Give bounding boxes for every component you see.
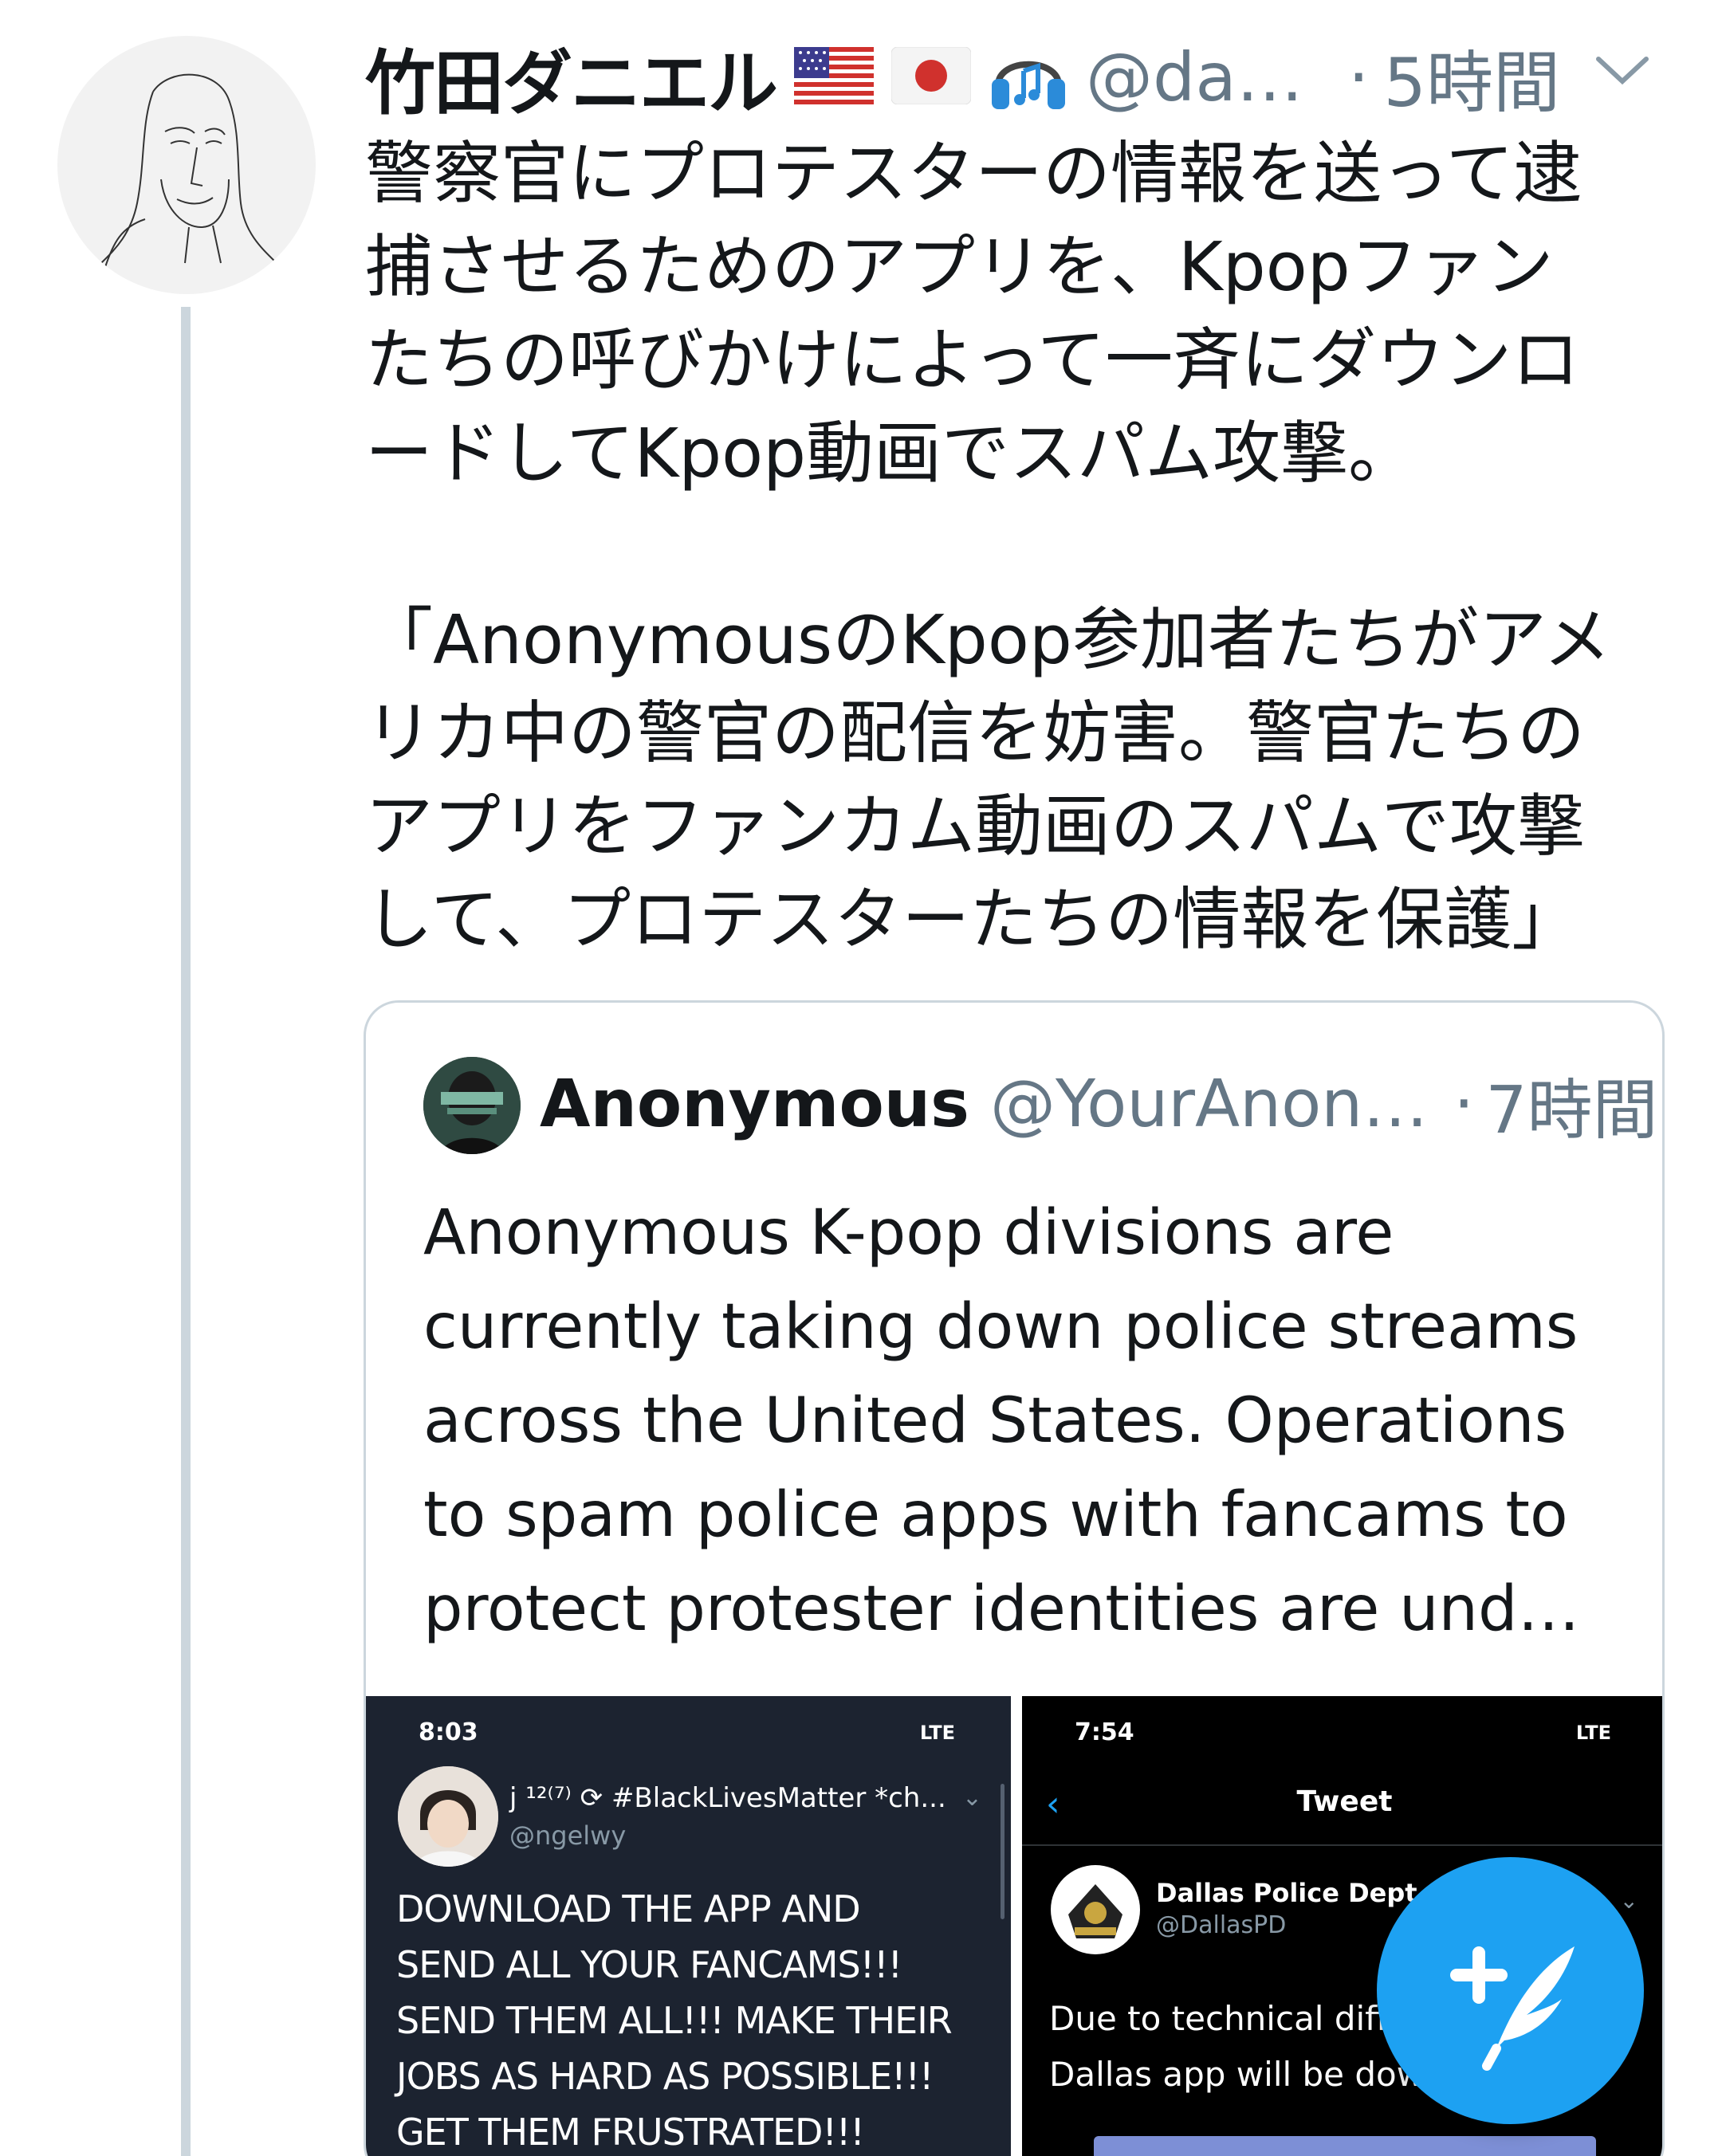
- phone-status-bar: 8:03 LTE: [366, 1718, 1011, 1758]
- chevron-down-icon[interactable]: [1590, 43, 1654, 99]
- header-separator: ·: [1347, 38, 1370, 116]
- headphones-icon: [989, 37, 1068, 117]
- screenshot-user-handle: @DallasPD: [1156, 1911, 1287, 1939]
- tweet-header: 竹田ダニエル @da… · 5時間: [365, 33, 1673, 124]
- tweet-text-line: して、プロテスターたちの情報を保護」: [365, 881, 1580, 960]
- chevron-down-icon: ⌄: [961, 1784, 982, 1812]
- quoted-text-line: protect protester identities are und…: [423, 1573, 1580, 1645]
- screenshot-text-line: SEND ALL YOUR FANCAMS!!!: [396, 1943, 902, 1986]
- embedded-card: [1094, 2136, 1596, 2156]
- status-signal: LTE: [1575, 1722, 1611, 1744]
- quoted-author-avatar: [423, 1057, 521, 1154]
- quoted-tweet-header: Anonymous @YourAnon… · 7時間: [540, 1052, 1657, 1156]
- screenshot-user-name: j ¹²⁽⁷⁾ ⟳ #BlackLivesMatter *ch...: [509, 1782, 946, 1814]
- media-image-left[interactable]: 8:03 LTE j ¹²⁽⁷⁾ ⟳ #BlackLivesMatter *ch…: [366, 1696, 1011, 2156]
- quoted-text-line: currently taking down police streams: [423, 1291, 1578, 1363]
- tweet-text-line: ードしてKpop動画でスパム攻撃。: [365, 414, 1417, 493]
- status-clock: 8:03: [419, 1718, 478, 1746]
- screenshot-text-line: JOBS AS HARD AS POSSIBLE!!!: [396, 2055, 934, 2098]
- compose-tweet-icon: [1450, 1946, 1575, 2071]
- avatar: [1051, 1865, 1140, 1954]
- author-avatar[interactable]: [57, 36, 316, 294]
- tweet-text-line: 「AnonymousのKpop参加者たちがアメ: [365, 601, 1611, 680]
- screenshot-text-line: GET THEM FRUSTRATED!!!: [396, 2111, 865, 2154]
- screenshot-user-handle: @ngelwy: [509, 1820, 627, 1851]
- screenshot-nav-title: Tweet: [1296, 1785, 1393, 1818]
- tweet-text-line: アプリをファンカム動画のスパムで攻撃: [365, 787, 1586, 866]
- tweet-text-line: 捕させるためのアプリを、Kpopファン: [365, 228, 1554, 307]
- quoted-display-name[interactable]: Anonymous: [540, 1066, 969, 1142]
- screenshot-text-line: SEND THEM ALL!!! MAKE THEIR: [396, 1999, 953, 2042]
- tweet-text-line: リカ中の警官の配信を妨害。警官たちの: [365, 694, 1586, 773]
- avatar-sketch-icon: [100, 73, 281, 268]
- screenshot-tweet-body: DOWNLOAD THE APP AND SEND ALL YOUR FANCA…: [396, 1881, 1002, 2156]
- avatar: [398, 1766, 498, 1867]
- quoted-tweet-text: Anonymous K-pop divisions are currently …: [423, 1186, 1635, 1656]
- quoted-separator: ·: [1453, 1066, 1475, 1142]
- status-signal: LTE: [919, 1722, 955, 1744]
- tweet-timestamp[interactable]: 5時間: [1384, 29, 1560, 126]
- quoted-text-line: Anonymous K-pop divisions are: [423, 1197, 1394, 1269]
- quoted-text-line: across the United States. Operations: [423, 1385, 1567, 1457]
- thread-connector-line: [181, 307, 191, 2156]
- tweet-text: 警察官にプロテスターの情報を送って逮 捕させるためのアプリを、Kpopファン た…: [365, 128, 1673, 967]
- author-handle[interactable]: @da…: [1086, 38, 1303, 116]
- screenshot-text-line: DOWNLOAD THE APP AND: [396, 1887, 861, 1930]
- tweet-text-line: たちの呼びかけによって一斉にダウンロ: [365, 321, 1580, 400]
- tweet-text-line: 警察官にプロテスターの情報を送って逮: [365, 135, 1582, 214]
- quoted-handle[interactable]: @YourAnon…: [990, 1066, 1428, 1142]
- status-clock: 7:54: [1075, 1718, 1134, 1746]
- japan-flag-icon: [890, 46, 972, 108]
- us-flag-icon: [794, 47, 875, 108]
- divider: [1022, 1844, 1662, 1846]
- author-display-name[interactable]: 竹田ダニエル: [365, 27, 778, 128]
- quoted-text-line: to spam police apps with fancams to: [423, 1479, 1568, 1551]
- compose-tweet-button[interactable]: [1377, 1857, 1644, 2124]
- quoted-timestamp: 7時間: [1485, 1072, 1658, 1149]
- phone-status-bar: 7:54 LTE: [1022, 1718, 1662, 1758]
